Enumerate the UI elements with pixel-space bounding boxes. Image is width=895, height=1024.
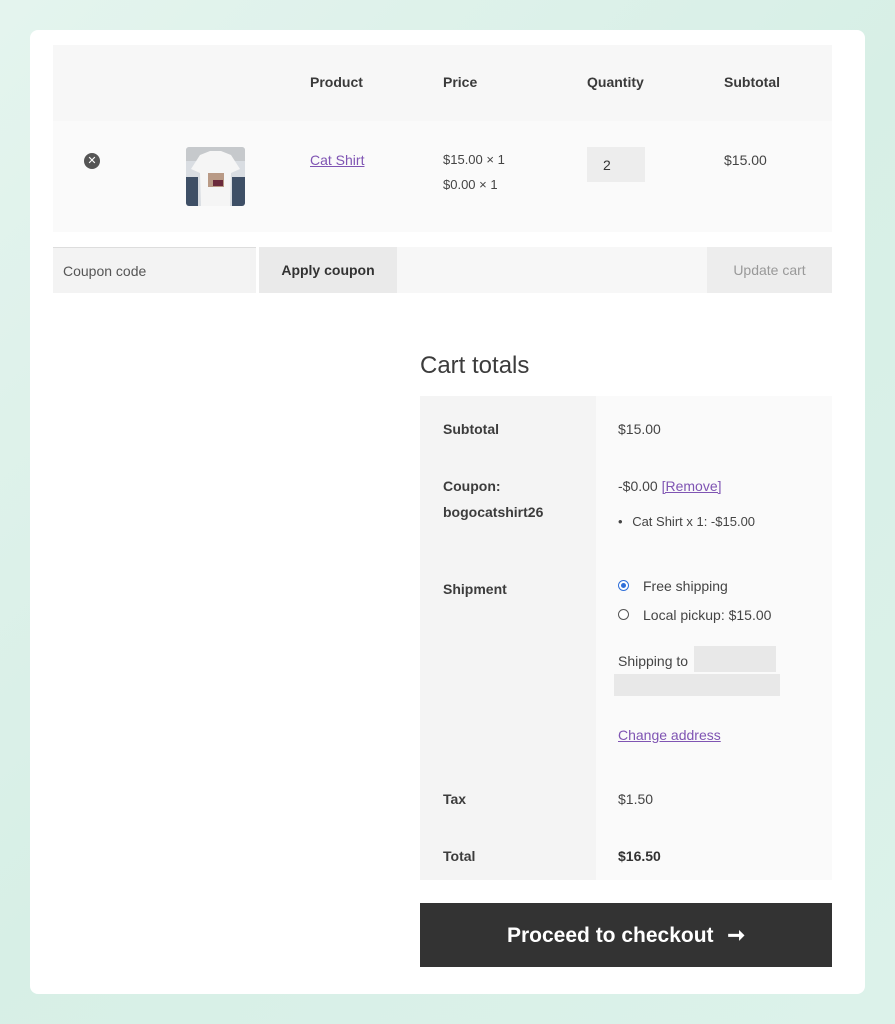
actions-spacer — [397, 247, 707, 293]
update-cart-button[interactable]: Update cart — [707, 247, 832, 293]
coupon-value: -$0.00 [Remove] • Cat Shirt x 1: -$15.00 — [596, 453, 832, 556]
subtotal-label: Subtotal — [420, 396, 596, 453]
radio-unselected-icon[interactable] — [618, 609, 629, 620]
redacted-address — [614, 674, 780, 696]
totals-row-subtotal: Subtotal $15.00 — [420, 396, 832, 453]
coupon-label: Coupon: bogocatshirt26 — [420, 453, 596, 556]
header-product: Product — [310, 74, 363, 90]
shipment-label: Shipment — [420, 556, 596, 766]
radio-selected-icon[interactable] — [618, 580, 629, 591]
cart-card: Product Price Quantity Subtotal ✕ Cat Sh… — [30, 30, 865, 994]
table-row: ✕ Cat Shirt $15.00 × 1 $0.00 × 1 $15.00 — [53, 121, 832, 232]
shipping-option-pickup[interactable]: Local pickup: $15.00 — [618, 605, 832, 634]
coupon-discount: -$0.00 — [618, 478, 658, 494]
coupon-code-input[interactable] — [53, 247, 256, 293]
coupon-label-text: Coupon: — [443, 478, 501, 494]
shipment-value: Free shipping Local pickup: $15.00 Shipp… — [596, 556, 832, 766]
total-value: $16.50 — [596, 823, 832, 880]
price-line: $0.00 × 1 — [443, 177, 498, 192]
shipping-to-line: Shipping to — [618, 646, 832, 674]
shipping-address-line — [614, 674, 832, 698]
totals-row-total: Total $16.50 — [420, 823, 832, 880]
totals-row-shipment: Shipment Free shipping Local pickup: $15… — [420, 556, 832, 766]
remove-item-icon[interactable]: ✕ — [84, 153, 100, 169]
change-address-link[interactable]: Change address — [618, 727, 721, 743]
arrow-right-icon: ➞ — [727, 923, 745, 947]
header-subtotal: Subtotal — [724, 74, 780, 90]
shipping-option-label[interactable]: Free shipping — [643, 576, 728, 596]
header-quantity: Quantity — [587, 74, 644, 90]
remove-coupon-link[interactable]: [Remove] — [662, 478, 722, 494]
totals-row-coupon: Coupon: bogocatshirt26 -$0.00 [Remove] •… — [420, 453, 832, 556]
subtotal-value: $15.00 — [596, 396, 832, 453]
shipping-to-label: Shipping to — [618, 653, 689, 669]
product-link[interactable]: Cat Shirt — [310, 152, 364, 168]
shipping-option-label[interactable]: Local pickup: $15.00 — [643, 605, 771, 625]
header-price: Price — [443, 74, 478, 90]
proceed-to-checkout-button[interactable]: Proceed to checkout ➞ — [420, 903, 832, 967]
coupon-detail: Cat Shirt x 1: -$15.00 — [632, 514, 756, 529]
product-thumbnail[interactable] — [186, 147, 245, 206]
total-label: Total — [420, 823, 596, 880]
cart-totals-title: Cart totals — [420, 352, 530, 379]
cart-table-header: Product Price Quantity Subtotal — [53, 45, 832, 121]
redacted-address — [694, 646, 776, 672]
tax-value: $1.50 — [596, 766, 832, 823]
apply-coupon-button[interactable]: Apply coupon — [259, 247, 397, 293]
price-line: $15.00 × 1 — [443, 152, 505, 167]
tax-label: Tax — [420, 766, 596, 823]
totals-row-tax: Tax $1.50 — [420, 766, 832, 823]
shipping-option-free[interactable]: Free shipping — [618, 576, 832, 605]
quantity-input[interactable] — [587, 147, 645, 182]
row-subtotal: $15.00 — [724, 152, 767, 168]
coupon-code-text: bogocatshirt26 — [443, 504, 544, 520]
checkout-label: Proceed to checkout — [506, 923, 714, 947]
bullet-icon: • — [618, 514, 623, 529]
